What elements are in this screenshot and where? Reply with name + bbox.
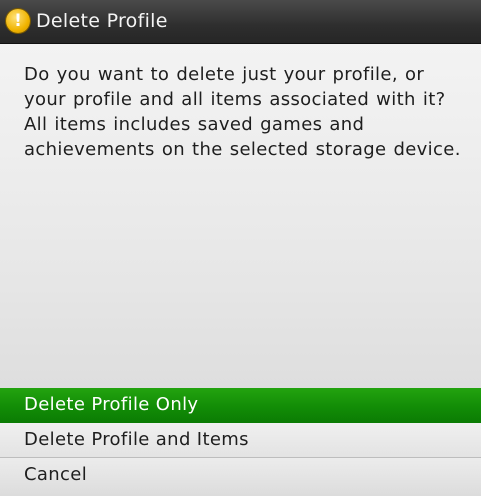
dialog-titlebar: ! Delete Profile [0,0,481,44]
delete-profile-dialog: ! Delete Profile Do you want to delete j… [0,0,481,496]
option-label: Delete Profile and Items [24,429,249,450]
option-label: Delete Profile Only [24,394,199,415]
delete-profile-only-button[interactable]: Delete Profile Only [0,388,481,423]
dialog-title: Delete Profile [36,10,168,32]
delete-profile-and-items-button[interactable]: Delete Profile and Items [0,423,481,458]
dialog-message: Do you want to delete just your profile,… [24,64,461,160]
cancel-button[interactable]: Cancel [0,458,481,496]
warning-icon: ! [6,9,30,33]
dialog-body: Do you want to delete just your profile,… [0,44,481,388]
option-label: Cancel [24,464,88,485]
